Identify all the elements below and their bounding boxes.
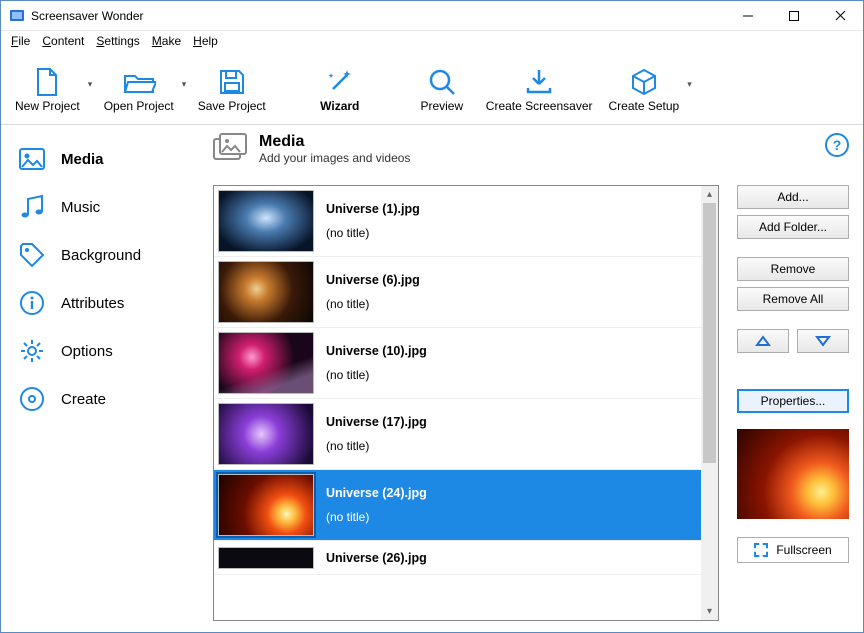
wand-icon (325, 65, 355, 99)
create-screensaver-button[interactable]: Create Screensaver (478, 61, 601, 119)
box-icon (629, 65, 659, 99)
magnify-icon (427, 65, 457, 99)
disc-icon (17, 386, 47, 412)
create-setup-button[interactable]: Create Setup (601, 61, 688, 119)
new-project-dropdown[interactable]: ▾ (88, 79, 96, 100)
media-thumb (218, 403, 314, 465)
app-icon (9, 8, 25, 24)
content-title: Media (259, 133, 410, 151)
sidebar-item-label: Attributes (61, 295, 124, 312)
media-row[interactable]: Universe (17).jpg (no title) (214, 399, 701, 470)
sidebar-item-label: Options (61, 343, 113, 360)
open-project-button[interactable]: Open Project (96, 61, 182, 119)
right-panel: Add... Add Folder... Remove Remove All P… (737, 185, 849, 621)
media-thumb (218, 190, 314, 252)
save-icon (218, 65, 246, 99)
scroll-thumb[interactable] (703, 203, 716, 463)
sidebar-item-label: Media (61, 151, 104, 168)
minimize-button[interactable] (725, 1, 771, 31)
picture-icon (17, 147, 47, 171)
create-setup-dropdown[interactable]: ▾ (687, 79, 695, 100)
menu-settings[interactable]: Settings (90, 32, 145, 50)
media-row[interactable]: Universe (1).jpg (no title) (214, 186, 701, 257)
content-area: Media Add your images and videos ? Unive… (209, 125, 863, 631)
scrollbar[interactable]: ▴ ▾ (701, 186, 718, 620)
media-list: Universe (1).jpg (no title) Universe (6)… (213, 185, 719, 621)
media-thumb (218, 547, 314, 569)
scroll-up-button[interactable]: ▴ (701, 186, 718, 203)
gear-icon (17, 338, 47, 364)
sidebar-item-options[interactable]: Options (13, 327, 209, 375)
sidebar-item-music[interactable]: Music (13, 183, 209, 231)
main-area: Media Music Background Attributes Option… (1, 125, 863, 631)
move-down-button[interactable] (797, 329, 849, 353)
menu-bar: File Content Settings Make Help (1, 31, 863, 51)
preview-thumbnail (737, 429, 849, 519)
sidebar-item-label: Background (61, 247, 141, 264)
menu-file[interactable]: File (5, 32, 36, 50)
remove-all-button[interactable]: Remove All (737, 287, 849, 311)
fullscreen-button[interactable]: Fullscreen (737, 537, 849, 563)
menu-help[interactable]: Help (187, 32, 224, 50)
media-header-icon (213, 133, 247, 163)
menu-make[interactable]: Make (146, 32, 187, 50)
maximize-button[interactable] (771, 1, 817, 31)
media-row[interactable]: Universe (26).jpg (214, 541, 701, 575)
sidebar-item-attributes[interactable]: Attributes (13, 279, 209, 327)
media-thumb (218, 332, 314, 394)
toolbar: New Project ▾ Open Project ▾ Save Projec… (1, 51, 863, 125)
remove-button[interactable]: Remove (737, 257, 849, 281)
fullscreen-icon (754, 543, 768, 557)
preview-button[interactable]: Preview (406, 61, 478, 119)
title-bar: Screensaver Wonder (1, 1, 863, 31)
media-thumb (218, 261, 314, 323)
info-icon (17, 290, 47, 316)
window-title: Screensaver Wonder (31, 9, 725, 23)
open-project-dropdown[interactable]: ▾ (182, 79, 190, 100)
folder-open-icon (122, 65, 156, 99)
media-thumb (218, 474, 314, 536)
save-project-button[interactable]: Save Project (190, 61, 274, 119)
sidebar-item-create[interactable]: Create (13, 375, 209, 423)
add-button[interactable]: Add... (737, 185, 849, 209)
download-icon (524, 65, 554, 99)
media-row[interactable]: Universe (6).jpg (no title) (214, 257, 701, 328)
media-row[interactable]: Universe (24).jpg (no title) (214, 470, 701, 541)
sidebar-item-background[interactable]: Background (13, 231, 209, 279)
wizard-button[interactable]: Wizard (304, 61, 376, 119)
move-up-button[interactable] (737, 329, 789, 353)
add-folder-button[interactable]: Add Folder... (737, 215, 849, 239)
sidebar-item-label: Create (61, 391, 106, 408)
help-button[interactable]: ? (825, 133, 849, 157)
properties-button[interactable]: Properties... (737, 389, 849, 413)
close-button[interactable] (817, 1, 863, 31)
file-icon (33, 65, 61, 99)
tag-icon (17, 241, 47, 269)
sidebar-item-media[interactable]: Media (13, 135, 209, 183)
media-row[interactable]: Universe (10).jpg (no title) (214, 328, 701, 399)
sidebar-item-label: Music (61, 199, 100, 216)
sidebar: Media Music Background Attributes Option… (1, 125, 209, 631)
music-icon (17, 193, 47, 221)
content-subtitle: Add your images and videos (259, 151, 410, 165)
new-project-button[interactable]: New Project (7, 61, 88, 119)
menu-content[interactable]: Content (36, 32, 90, 50)
scroll-down-button[interactable]: ▾ (701, 603, 718, 620)
content-header: Media Add your images and videos ? (213, 133, 849, 173)
